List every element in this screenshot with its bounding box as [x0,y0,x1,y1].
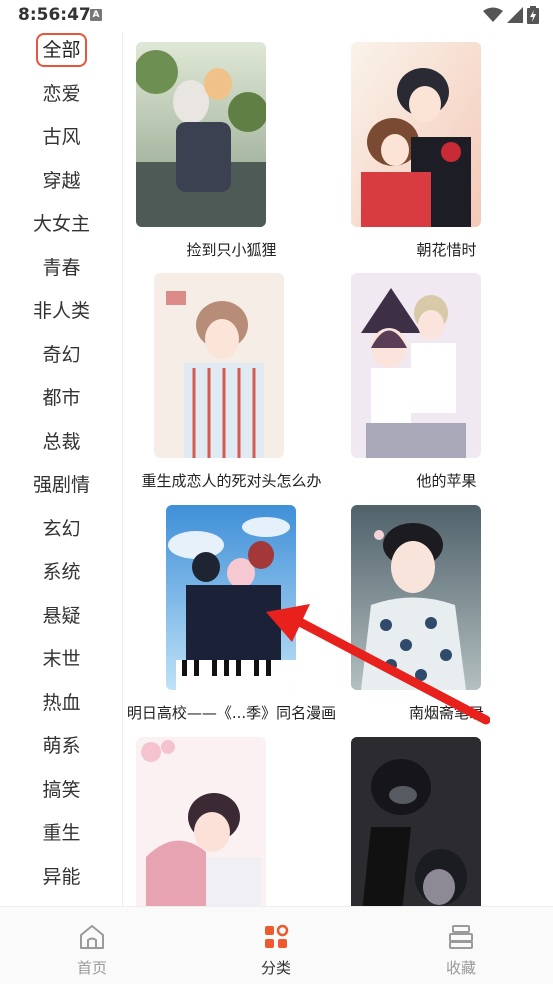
comic-card[interactable] [339,727,553,906]
nav-favorites[interactable]: 收藏 [369,907,553,984]
comic-grid: 捡到只小狐狸 朝花惜时 重生成恋人的死对头怎么办 他的苹果 明日高校——《...… [124,32,553,906]
battery-icon [527,6,539,24]
comic-card[interactable]: 明日高校——《...季》同名漫画 [124,495,339,727]
comic-card[interactable]: 他的苹果 [339,263,553,495]
notification-icon: A [90,9,102,21]
comic-card[interactable] [124,727,339,906]
comic-cover-image [351,737,481,906]
category-system[interactable]: 系统 [0,554,123,590]
nav-home-label: 首页 [76,959,107,977]
category-non-human[interactable]: 非人类 [0,293,123,329]
category-comedy[interactable]: 搞笑 [0,772,123,808]
comic-card[interactable]: 重生成恋人的死对头怎么办 [124,263,339,495]
category-ceo[interactable]: 总裁 [0,424,123,460]
comic-card[interactable]: 朝花惜时 [339,32,553,264]
category-ancient[interactable]: 古风 [0,119,123,155]
nav-category[interactable]: 分类 [184,907,368,984]
category-grid-icon [265,924,289,948]
category-superpower[interactable]: 异能 [0,859,123,895]
nav-home[interactable]: 首页 [0,907,184,984]
comic-cover-image [351,505,481,690]
category-cute[interactable]: 萌系 [0,728,123,764]
comic-cover-image [136,737,266,906]
category-all[interactable]: 全部 [0,32,123,68]
category-time-travel[interactable]: 穿越 [0,163,123,199]
comic-title: 捡到只小狐狸 [186,241,277,259]
signal-icon [507,7,523,23]
comic-title: 朝花惜时 [416,241,477,259]
comic-cover-image [351,42,481,227]
category-youth[interactable]: 青春 [0,250,123,286]
bookshelf-icon [449,925,473,949]
category-apocalypse[interactable]: 末世 [0,641,123,677]
category-rebirth[interactable]: 重生 [0,815,123,851]
comic-cover-image [351,273,481,458]
comic-card[interactable]: 捡到只小狐狸 [124,32,339,264]
category-heroine[interactable]: 大女主 [0,206,123,242]
category-action[interactable]: 热血 [0,685,123,721]
category-mystery[interactable]: 悬疑 [0,598,123,634]
home-icon [80,925,104,949]
bottom-navigation: 首页 分类 收藏 [0,906,553,984]
comic-cover-image [136,42,266,227]
comic-title: 南烟斋笔录 [408,704,484,722]
status-bar: 8:56:47 A [0,0,553,32]
comic-cover-image [166,505,296,690]
comic-title: 他的苹果 [416,472,477,490]
category-sidebar: 全部 恋爱 古风 穿越 大女主 青春 非人类 奇幻 都市 总裁 强剧情 玄幻 系… [0,32,123,906]
category-xuanhuan[interactable]: 玄幻 [0,511,123,547]
comic-card[interactable]: 南烟斋笔录 [339,495,553,727]
category-urban[interactable]: 都市 [0,380,123,416]
category-romance[interactable]: 恋爱 [0,76,123,112]
status-time: 8:56:47 [18,5,91,25]
comic-title: 重生成恋人的死对头怎么办 [141,472,322,490]
category-fantasy[interactable]: 奇幻 [0,337,123,373]
nav-category-label: 分类 [260,959,291,977]
category-strong-plot[interactable]: 强剧情 [0,467,123,503]
nav-favorites-label: 收藏 [445,959,476,977]
comic-cover-image [154,273,284,458]
comic-title: 明日高校——《...季》同名漫画 [126,704,337,722]
wifi-icon [483,7,503,22]
